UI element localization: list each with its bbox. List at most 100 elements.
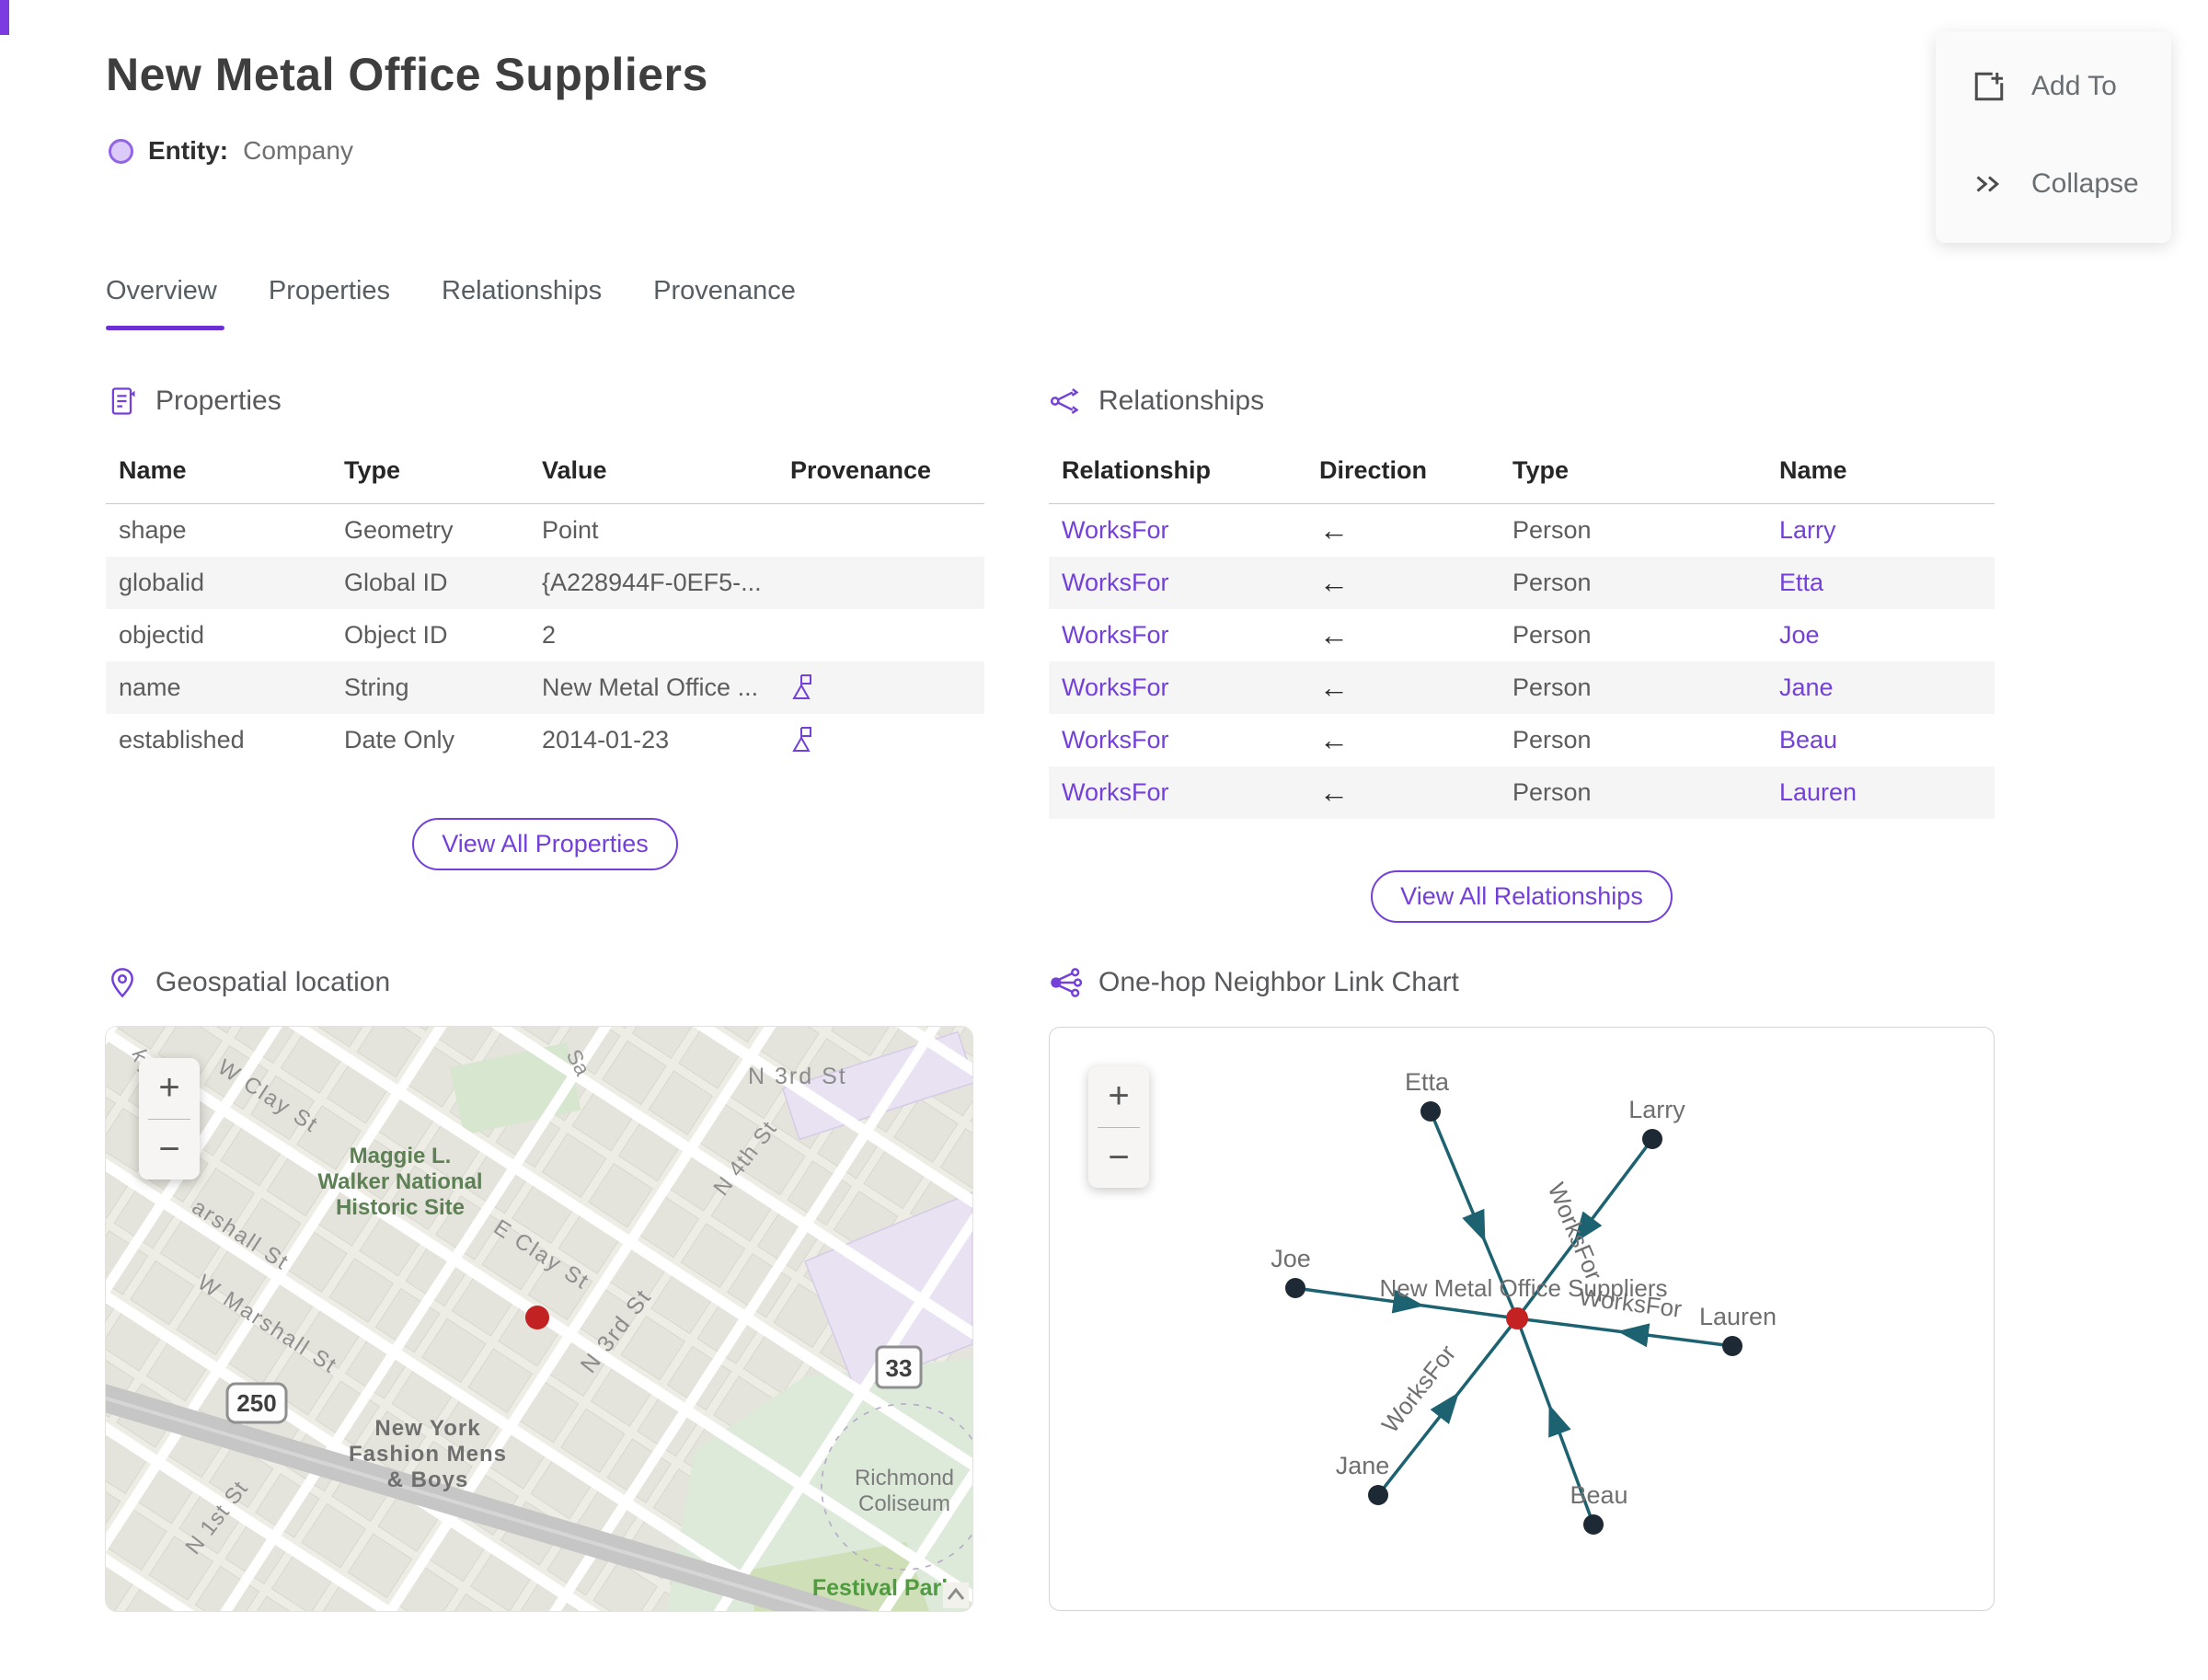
map-label-n3rd-top: N 3rd St xyxy=(748,1064,847,1089)
col-header-value: Value xyxy=(529,456,777,504)
add-to-label: Add To xyxy=(2031,71,2117,101)
tab-properties[interactable]: Properties xyxy=(269,276,390,323)
direction-arrow: ← xyxy=(1306,765,1500,819)
col-header-provenance: Provenance xyxy=(777,456,984,504)
view-all-relationships-button[interactable]: View All Relationships xyxy=(1371,869,1673,923)
page-title: New Metal Office Suppliers xyxy=(106,49,708,100)
entity-name-link[interactable]: Joe xyxy=(1766,609,1995,662)
entity-name-link[interactable]: Jane xyxy=(1766,661,1995,714)
table-row: shape Geometry Point xyxy=(106,504,984,557)
geospatial-section: Geospatial location + − k W Clay St Sa N… xyxy=(106,966,972,1611)
prop-name: name xyxy=(106,661,331,714)
linkchart-zoom-in-button[interactable]: + xyxy=(1088,1066,1149,1127)
entity-location-marker[interactable] xyxy=(525,1306,549,1329)
prop-name: shape xyxy=(119,515,187,544)
prop-type: Object ID xyxy=(344,620,448,649)
map-zoom-in-button[interactable]: + xyxy=(139,1058,200,1119)
properties-table: Name Type Value Provenance shape Geometr… xyxy=(106,456,984,766)
view-all-properties-button[interactable]: View All Properties xyxy=(412,817,678,870)
geospatial-section-header: Geospatial location xyxy=(106,966,972,999)
entity-name-link[interactable]: Larry xyxy=(1766,504,1995,557)
table-row: WorksFor ← Person Larry xyxy=(1049,504,1995,557)
rel-type: Person xyxy=(1512,725,1592,754)
prop-type: Geometry xyxy=(344,515,454,544)
direction-arrow: ← xyxy=(1319,722,1349,756)
linkchart-zoom-control: + − xyxy=(1088,1066,1149,1188)
rel-type: Person xyxy=(1512,515,1592,544)
tab-overview[interactable]: Overview xyxy=(106,276,224,330)
linkchart-canvas[interactable]: + − WorksFor WorksFor WorksFor Etta Larr… xyxy=(1049,1027,1995,1611)
prop-value: 2 xyxy=(542,620,557,649)
prop-value: New Metal Office ... xyxy=(529,661,777,714)
relationship-link[interactable]: WorksFor xyxy=(1049,765,1306,819)
direction-arrow: ← xyxy=(1319,617,1349,651)
attribution-toggle-icon[interactable] xyxy=(943,1582,969,1608)
direction-arrow: ← xyxy=(1306,556,1500,609)
table-row: WorksFor ← Person Beau xyxy=(1049,714,1995,766)
add-to-button[interactable]: Add To xyxy=(1971,68,2144,105)
direction-arrow: ← xyxy=(1319,512,1349,547)
prop-name: established xyxy=(119,725,245,754)
col-header-type: Type xyxy=(331,456,529,504)
map-canvas[interactable]: + − k W Clay St Sa N 3rd St N 4th St Mag… xyxy=(106,1027,972,1611)
entity-name-link[interactable]: Beau xyxy=(1766,714,1995,766)
prop-provenance xyxy=(777,661,984,714)
properties-icon xyxy=(111,387,135,415)
svg-text:33: 33 xyxy=(886,1354,913,1382)
prop-provenance xyxy=(777,504,984,557)
entity-row: Entity: Company xyxy=(109,136,353,166)
map-pin-icon xyxy=(111,968,133,998)
map-label-maggie-2: Walker National xyxy=(317,1169,482,1194)
table-row: WorksFor ← Person Jane xyxy=(1049,661,1995,714)
node-label-etta: Etta xyxy=(1405,1068,1450,1096)
relationship-link[interactable]: WorksFor xyxy=(1049,556,1306,609)
col-header-relationship: Relationship xyxy=(1049,456,1306,504)
actions-card: Add To Collapse xyxy=(1936,31,2171,243)
collapse-button[interactable]: Collapse xyxy=(1971,166,2144,202)
relationship-link[interactable]: WorksFor xyxy=(1049,714,1306,766)
prop-provenance xyxy=(777,714,984,766)
center-node-label: New Metal Office Suppliers xyxy=(1379,1274,1667,1302)
prop-value: 2014-01-23 xyxy=(542,725,670,754)
table-row: objectid Object ID 2 xyxy=(106,609,984,662)
linkchart-zoom-out-button[interactable]: − xyxy=(1088,1128,1149,1189)
map-zoom-out-button[interactable]: − xyxy=(139,1120,200,1180)
prop-provenance xyxy=(777,609,984,662)
add-to-icon xyxy=(1974,72,2004,101)
relationship-link[interactable]: WorksFor xyxy=(1049,609,1306,662)
relationships-section: Relationships Relationship Direction Typ… xyxy=(1049,385,1995,923)
linkchart-section: One-hop Neighbor Link Chart + − WorksFor… xyxy=(1049,966,1995,1611)
prop-name: objectid xyxy=(119,620,205,649)
tab-provenance[interactable]: Provenance xyxy=(653,276,796,323)
prop-provenance xyxy=(777,556,984,609)
center-entity-node[interactable] xyxy=(1506,1307,1528,1329)
rel-type: Person xyxy=(1500,765,1766,819)
collapse-icon xyxy=(1976,176,2000,192)
prop-type: Global ID xyxy=(331,556,529,609)
svg-text:250: 250 xyxy=(236,1389,276,1417)
rel-type: Person xyxy=(1500,661,1766,714)
relationships-section-header: Relationships xyxy=(1049,385,1995,418)
tab-relationships[interactable]: Relationships xyxy=(442,276,602,323)
collapse-label: Collapse xyxy=(2031,168,2139,199)
relationship-link[interactable]: WorksFor xyxy=(1049,661,1306,714)
linkchart-section-header: One-hop Neighbor Link Chart xyxy=(1049,966,1995,999)
corner-accent xyxy=(0,0,9,35)
entity-name-link[interactable]: Etta xyxy=(1766,556,1995,609)
map-zoom-control: + − xyxy=(139,1058,200,1179)
map-label-ny-3: & Boys xyxy=(387,1467,469,1492)
route-33-shield: 33 xyxy=(875,1345,923,1389)
col-header-direction: Direction xyxy=(1306,456,1500,504)
provenance-flag-icon[interactable] xyxy=(790,673,814,701)
edge-label-worksfor: WorksFor xyxy=(1543,1179,1609,1284)
table-row: WorksFor ← Person Etta xyxy=(1049,556,1995,609)
entity-type-icon xyxy=(109,138,133,164)
table-row: WorksFor ← Person Lauren xyxy=(1049,765,1995,819)
entity-name-link[interactable]: Lauren xyxy=(1766,765,1995,819)
col-header-name: Name xyxy=(106,456,331,504)
map-label-coliseum-1: Richmond xyxy=(855,1466,954,1490)
provenance-flag-icon[interactable] xyxy=(790,726,814,754)
relationship-link[interactable]: WorksFor xyxy=(1049,504,1306,557)
map-label-maggie-1: Maggie L. xyxy=(350,1144,452,1168)
map-label-maggie-3: Historic Site xyxy=(336,1195,465,1220)
